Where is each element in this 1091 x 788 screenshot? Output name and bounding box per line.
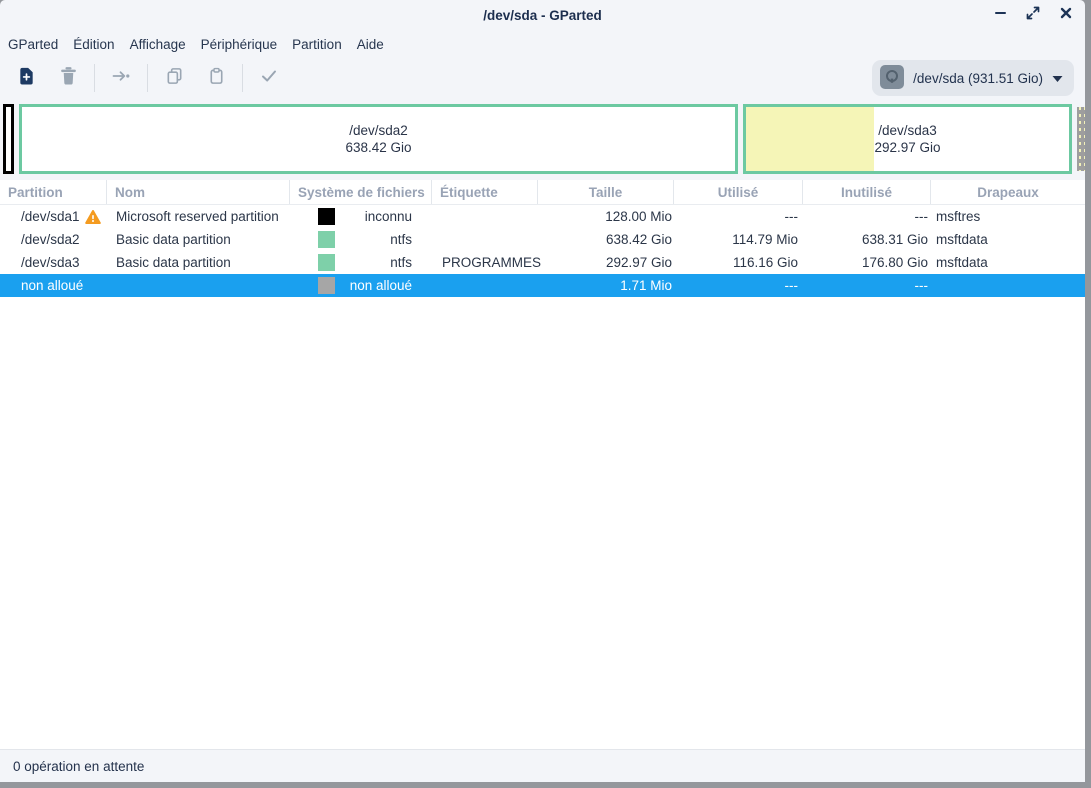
maximize-expand-icon	[1025, 5, 1041, 26]
warning-icon	[85, 209, 101, 225]
column-header-partition: Partition	[0, 180, 107, 204]
disk-segment-sda2[interactable]: /dev/sda2 638.42 Gio	[19, 104, 738, 174]
close-button[interactable]	[1053, 3, 1079, 27]
titlebar: /dev/sda - GParted	[0, 0, 1085, 30]
chevron-down-icon	[1052, 71, 1063, 86]
close-icon	[1059, 6, 1073, 25]
partition-path: /dev/sda2	[21, 232, 80, 247]
resize-move-arrow-icon	[111, 66, 131, 91]
new-partition-button[interactable]	[5, 61, 47, 95]
toolbar-separator	[94, 64, 95, 92]
gparted-window: /dev/sda - GParted GParted Édition Affi	[0, 0, 1085, 782]
size-cell: 292.97 Gio	[538, 255, 674, 270]
unused-cell: 638.31 Gio	[803, 232, 931, 247]
table-row-unallocated[interactable]: non alloué non alloué 1.71 Mio --- ---	[0, 274, 1085, 297]
device-selector[interactable]: /dev/sda (931.51 Gio)	[872, 60, 1074, 96]
flags-cell: msftdata	[931, 255, 1085, 270]
partition-table: Partition Nom Système de fichiers Étique…	[0, 180, 1085, 749]
partition-name-cell: Basic data partition	[107, 232, 290, 247]
disk-segment-sda2-label: /dev/sda2 638.42 Gio	[22, 107, 735, 171]
disk-segment-sda3-label: /dev/sda3 292.97 Gio	[746, 107, 1069, 171]
flags-cell: msftdata	[931, 232, 1085, 247]
partition-size: 292.97 Gio	[874, 139, 940, 156]
disk-visual-bar: /dev/sda2 638.42 Gio /dev/sda3 292.97 Gi…	[0, 98, 1085, 180]
size-cell: 128.00 Mio	[538, 209, 674, 224]
partition-size: 638.42 Gio	[345, 139, 411, 156]
used-cell: 114.79 Mio	[674, 232, 803, 247]
menu-partition[interactable]: Partition	[292, 34, 342, 55]
filesystem-color-swatch	[318, 208, 335, 225]
resize-move-button	[100, 61, 142, 95]
filesystem-color-swatch	[318, 254, 335, 271]
column-header-utilise: Utilisé	[674, 180, 803, 204]
table-row-sda3[interactable]: /dev/sda3 Basic data partition ntfs PROG…	[0, 251, 1085, 274]
disk-segment-unallocated[interactable]	[1077, 107, 1085, 171]
filesystem-type: ntfs	[335, 255, 432, 270]
window-title: /dev/sda - GParted	[483, 8, 602, 23]
flags-cell: msftres	[931, 209, 1085, 224]
used-cell: ---	[674, 278, 803, 293]
column-header-inutilise: Inutilisé	[803, 180, 931, 204]
partition-path: non alloué	[21, 278, 83, 293]
statusbar: 0 opération en attente	[0, 749, 1085, 782]
label-cell: PROGRAMMES	[432, 255, 538, 270]
filesystem-type: inconnu	[335, 209, 432, 224]
size-cell: 638.42 Gio	[538, 232, 674, 247]
menu-aide[interactable]: Aide	[357, 34, 384, 55]
partition-name: /dev/sda2	[349, 122, 408, 139]
device-selector-label: /dev/sda (931.51 Gio)	[913, 71, 1043, 86]
menu-edition[interactable]: Édition	[73, 34, 114, 55]
toolbar-separator	[147, 64, 148, 92]
paste-partition-button	[195, 61, 237, 95]
filesystem-type: ntfs	[335, 232, 432, 247]
partition-path: /dev/sda1	[21, 209, 80, 224]
size-cell: 1.71 Mio	[538, 278, 674, 293]
column-header-drapeaux: Drapeaux	[931, 180, 1085, 204]
partition-path: /dev/sda3	[21, 255, 80, 270]
minimize-icon	[993, 5, 1008, 25]
minimize-button[interactable]	[987, 3, 1013, 27]
copy-icon	[165, 66, 184, 91]
toolbar-separator	[242, 64, 243, 92]
partition-name: /dev/sda3	[878, 122, 937, 139]
filesystem-color-swatch	[318, 231, 335, 248]
menubar: GParted Édition Affichage Périphérique P…	[0, 30, 1085, 58]
table-row-sda2[interactable]: /dev/sda2 Basic data partition ntfs 638.…	[0, 228, 1085, 251]
new-partition-icon	[17, 66, 36, 91]
disk-segment-sda3[interactable]: /dev/sda3 292.97 Gio	[743, 104, 1072, 174]
maximize-button[interactable]	[1020, 3, 1046, 27]
trash-icon	[59, 66, 78, 91]
copy-partition-button	[153, 61, 195, 95]
menu-peripherique[interactable]: Périphérique	[201, 34, 278, 55]
partition-name-cell: Microsoft reserved partition	[107, 209, 290, 224]
used-cell: ---	[674, 209, 803, 224]
menu-gparted[interactable]: GParted	[8, 34, 58, 55]
window-controls	[987, 0, 1079, 30]
table-header: Partition Nom Système de fichiers Étique…	[0, 180, 1085, 205]
harddisk-icon	[880, 65, 904, 92]
column-header-etiquette: Étiquette	[432, 180, 538, 204]
unused-cell: ---	[803, 278, 931, 293]
column-header-systeme-de-fichiers: Système de fichiers	[290, 180, 432, 204]
unused-cell: 176.80 Gio	[803, 255, 931, 270]
delete-partition-button	[47, 61, 89, 95]
table-row-sda1[interactable]: /dev/sda1 Microsoft reserved partition i…	[0, 205, 1085, 228]
unused-cell: ---	[803, 209, 931, 224]
apply-operations-button	[248, 61, 290, 95]
filesystem-color-swatch	[318, 277, 335, 294]
used-cell: 116.16 Gio	[674, 255, 803, 270]
disk-segment-sda1[interactable]	[3, 104, 14, 174]
filesystem-type: non alloué	[335, 278, 432, 293]
partition-name-cell: Basic data partition	[107, 255, 290, 270]
paste-clipboard-icon	[207, 66, 226, 91]
column-header-taille: Taille	[538, 180, 674, 204]
column-header-nom: Nom	[107, 180, 290, 204]
toolbar: /dev/sda (931.51 Gio)	[0, 58, 1085, 98]
apply-check-icon	[259, 66, 279, 91]
menu-affichage[interactable]: Affichage	[130, 34, 186, 55]
pending-operations-text: 0 opération en attente	[13, 759, 144, 774]
